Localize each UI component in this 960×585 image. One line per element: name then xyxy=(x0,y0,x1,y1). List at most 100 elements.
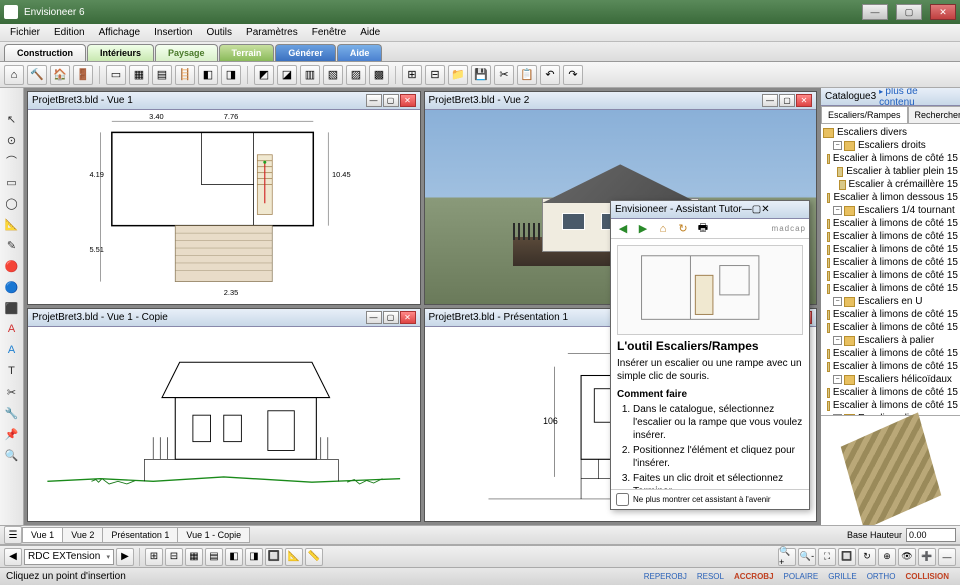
bottom-tool-3[interactable]: ▤ xyxy=(205,548,223,566)
tab-paysage[interactable]: Paysage xyxy=(155,44,218,61)
tree-group[interactable]: −Escaliers hélicoïdaux xyxy=(823,373,958,386)
bottom-tool-0[interactable]: ⊞ xyxy=(145,548,163,566)
bottom-tool-7[interactable]: 📐 xyxy=(285,548,303,566)
tutor-print-icon[interactable]: 🖶 xyxy=(694,220,712,238)
nav-prev-icon[interactable]: ◀ xyxy=(4,548,22,566)
viewtab-vue1copie[interactable]: Vue 1 - Copie xyxy=(177,527,250,543)
menu-parametres[interactable]: Paramètres xyxy=(240,25,304,40)
bottom-tool-6[interactable]: 🔲 xyxy=(265,548,283,566)
maximize-button[interactable]: ▢ xyxy=(896,4,922,20)
bottom-view-1[interactable]: 🔍- xyxy=(798,548,816,566)
left-tool-1[interactable]: ⊙ xyxy=(3,131,21,149)
tutor-max-icon[interactable]: ▢ xyxy=(752,204,761,215)
status-collision[interactable]: COLLISION xyxy=(900,572,954,581)
bottom-view-2[interactable]: ⛶ xyxy=(818,548,836,566)
tree-leaf[interactable]: Escalier à crémaillère 15 xyxy=(823,178,958,191)
tree-leaf[interactable]: Escalier à limons de côté 15 xyxy=(823,308,958,321)
doc-max-icon[interactable]: ▢ xyxy=(383,94,399,107)
left-tool-7[interactable]: 🔴 xyxy=(3,257,21,275)
tree-leaf[interactable]: Escalier à limons de côté 15 xyxy=(823,230,958,243)
tree-root[interactable]: Escaliers divers xyxy=(823,126,958,139)
close-button[interactable]: ✕ xyxy=(930,4,956,20)
toolbar-button-0[interactable]: ⌂ xyxy=(4,65,24,85)
tab-terrain[interactable]: Terrain xyxy=(219,44,275,61)
tree-group[interactable]: −Escaliers 1/4 tournant xyxy=(823,204,958,217)
tutor-min-icon[interactable]: — xyxy=(742,204,752,215)
left-tool-16[interactable]: 🔍 xyxy=(3,446,21,464)
bottom-tool-2[interactable]: ▦ xyxy=(185,548,203,566)
tab-generer[interactable]: Générer xyxy=(275,44,336,61)
doc-header[interactable]: ProjetBret3.bld - Vue 1 — ▢ ✕ xyxy=(28,92,420,110)
tree-group[interactable]: −Escaliers droits xyxy=(823,139,958,152)
tutor-home-icon[interactable]: ⌂ xyxy=(654,220,672,238)
toolbar-button-1[interactable]: 🔨 xyxy=(27,65,47,85)
bottom-tool-5[interactable]: ◨ xyxy=(245,548,263,566)
tutor-fwd-icon[interactable]: ▶ xyxy=(634,220,652,238)
catalogue-tree[interactable]: Escaliers divers−Escaliers droitsEscalie… xyxy=(821,124,960,415)
toolbar-button-9[interactable]: ◨ xyxy=(221,65,241,85)
viewtab-vue1[interactable]: Vue 1 xyxy=(22,527,63,543)
tree-leaf[interactable]: Escalier à limons de côté 15 xyxy=(823,269,958,282)
toolbar-button-4[interactable]: ▭ xyxy=(106,65,126,85)
tutor-body[interactable]: L'outil Escaliers/Rampes Insérer un esca… xyxy=(611,239,809,489)
bottom-view-0[interactable]: 🔍+ xyxy=(778,548,796,566)
toolbar-button-14[interactable]: ▨ xyxy=(346,65,366,85)
tree-leaf[interactable]: Escalier à limons de côté 15 xyxy=(823,152,958,165)
left-tool-15[interactable]: 📌 xyxy=(3,425,21,443)
left-tool-2[interactable]: ⌒ xyxy=(3,152,21,170)
toolbar-button-12[interactable]: ▥ xyxy=(300,65,320,85)
tutor-header[interactable]: Envisioneer - Assistant Tutor — ▢ ✕ xyxy=(611,201,809,219)
left-tool-5[interactable]: 📐 xyxy=(3,215,21,233)
tree-leaf[interactable]: Escalier à limons de côté 15 xyxy=(823,282,958,295)
toolbar-button-22[interactable]: ↶ xyxy=(540,65,560,85)
menu-fenetre[interactable]: Fenêtre xyxy=(306,25,352,40)
menu-fichier[interactable]: Fichier xyxy=(4,25,46,40)
status-reperobj[interactable]: REPEROBJ xyxy=(639,572,692,581)
left-tool-3[interactable]: ▭ xyxy=(3,173,21,191)
left-tool-8[interactable]: 🔵 xyxy=(3,278,21,296)
doc-max-icon[interactable]: ▢ xyxy=(383,311,399,324)
doc-close-icon[interactable]: ✕ xyxy=(400,94,416,107)
toolbar-button-17[interactable]: ⊟ xyxy=(425,65,445,85)
tutor-back-icon[interactable]: ◀ xyxy=(614,220,632,238)
tree-leaf[interactable]: Escalier à limon dessous 15 xyxy=(823,191,958,204)
tree-group[interactable]: −Escaliers en U xyxy=(823,295,958,308)
bottom-view-3[interactable]: 🔲 xyxy=(838,548,856,566)
doc-close-icon[interactable]: ✕ xyxy=(796,94,812,107)
left-tool-0[interactable]: ↖ xyxy=(3,110,21,128)
tree-group[interactable]: −Escaliers à palier xyxy=(823,334,958,347)
toolbar-button-16[interactable]: ⊞ xyxy=(402,65,422,85)
minimize-button[interactable]: — xyxy=(862,4,888,20)
tree-leaf[interactable]: Escalier à limons de côté 15 xyxy=(823,386,958,399)
toolbar-button-7[interactable]: 🪜 xyxy=(175,65,195,85)
catalogue-tab-rechercher[interactable]: Rechercher xyxy=(908,106,960,123)
bottom-view-6[interactable]: 👁 xyxy=(898,548,916,566)
tree-leaf[interactable]: Escalier à tablier plein 15 xyxy=(823,165,958,178)
bottom-tool-8[interactable]: 📏 xyxy=(305,548,323,566)
left-tool-10[interactable]: A xyxy=(3,320,21,338)
bottom-tool-1[interactable]: ⊟ xyxy=(165,548,183,566)
nav-next-icon[interactable]: ▶ xyxy=(116,548,134,566)
tree-leaf[interactable]: Escalier à limons de côté 15 xyxy=(823,399,958,412)
toolbar-button-10[interactable]: ◩ xyxy=(254,65,274,85)
toolbar-button-20[interactable]: ✂ xyxy=(494,65,514,85)
tutor-refresh-icon[interactable]: ↻ xyxy=(674,220,692,238)
status-polaire[interactable]: POLAIRE xyxy=(779,572,824,581)
bottom-tool-4[interactable]: ◧ xyxy=(225,548,243,566)
left-tool-11[interactable]: A xyxy=(3,341,21,359)
toolbar-button-3[interactable]: 🚪 xyxy=(73,65,93,85)
toolbar-button-11[interactable]: ◪ xyxy=(277,65,297,85)
catalogue-tab-escaliers[interactable]: Escaliers/Rampes xyxy=(821,106,908,123)
toolbar-button-23[interactable]: ↷ xyxy=(563,65,583,85)
doc-min-icon[interactable]: — xyxy=(762,94,778,107)
tab-construction[interactable]: Construction xyxy=(4,44,86,61)
menu-insertion[interactable]: Insertion xyxy=(148,25,198,40)
menu-affichage[interactable]: Affichage xyxy=(93,25,147,40)
left-tool-13[interactable]: ✂ xyxy=(3,383,21,401)
menu-edition[interactable]: Edition xyxy=(48,25,91,40)
left-tool-9[interactable]: ⬛ xyxy=(3,299,21,317)
status-ortho[interactable]: ORTHO xyxy=(862,572,901,581)
tree-leaf[interactable]: Escalier à limons de côté 15 xyxy=(823,256,958,269)
toolbar-button-15[interactable]: ▩ xyxy=(369,65,389,85)
doc-header[interactable]: ProjetBret3.bld - Vue 2 — ▢ ✕ xyxy=(425,92,817,110)
